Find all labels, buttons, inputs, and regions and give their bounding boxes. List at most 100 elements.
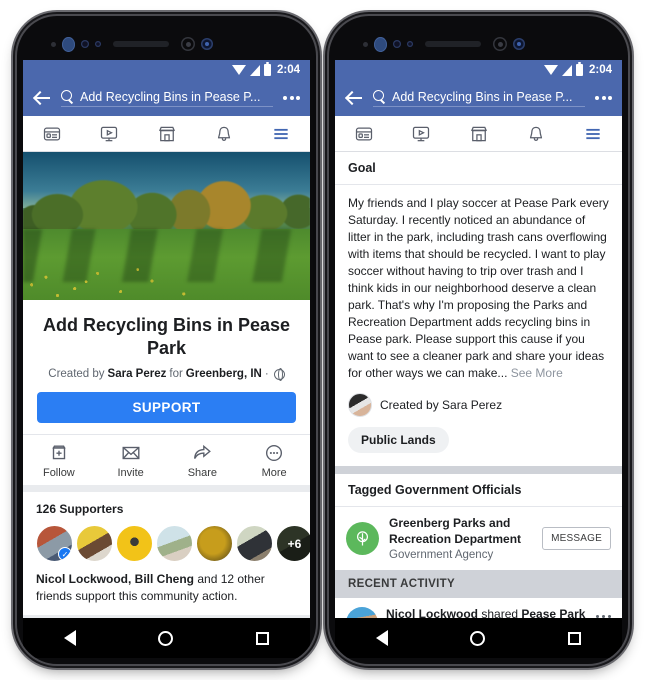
avatar[interactable] [116,525,153,562]
follow-button[interactable]: Follow [23,442,95,479]
avatar[interactable] [36,525,73,562]
recents-square-icon[interactable] [567,631,581,645]
topic-tag-public-lands[interactable]: Public Lands [348,427,449,454]
search-input[interactable]: Add Recycling Bins in Pease P... [61,90,273,107]
light-sensor-icon [407,41,413,47]
back-triangle-icon[interactable] [64,630,77,646]
more-label: More [261,467,287,479]
back-arrow-icon[interactable] [345,88,365,108]
more-options-icon[interactable] [281,96,300,100]
back-triangle-icon[interactable] [376,630,389,646]
supporter-note-names: Nicol Lockwood, Bill Cheng [36,572,195,586]
page-title: Add Recycling Bins in Pease Park [42,315,291,358]
byline-location[interactable]: Greenberg, IN [186,368,262,380]
share-button[interactable]: Share [167,442,239,479]
tagged-officials-header: Tagged Government Officials [335,474,622,508]
light-sensor-icon [95,41,101,47]
android-nav-bar [23,618,310,658]
sensor-dot-icon [363,41,368,47]
tab-marketplace[interactable] [138,116,195,151]
tab-watch[interactable] [80,116,137,151]
marketplace-store-icon [470,126,487,141]
avatar[interactable] [196,525,233,562]
news-feed-icon [355,127,372,140]
back-arrow-icon[interactable] [33,88,53,108]
earpiece-speaker-icon [425,41,481,47]
tab-watch[interactable] [392,116,449,151]
battery-icon [575,62,583,76]
avatar [346,521,379,555]
phone-device-right: 2:04 Add Recycling Bins in Pease P... Go… [329,16,628,664]
marketplace-store-icon [158,126,175,141]
earpiece-speaker-icon [113,41,169,47]
signal-icon [561,64,572,76]
tab-notifications[interactable] [507,116,564,151]
secondary-camera-icon [201,38,213,50]
goal-text: My friends and I play soccer at Pease Pa… [348,196,609,381]
secondary-camera-icon [513,38,525,50]
proximity-sensor-icon [393,40,401,48]
official-info: Greenberg Parks and Recreation Departmen… [389,516,532,560]
hero-park-image [23,152,310,300]
tab-news-feed[interactable] [23,116,80,151]
page-content-right: Goal My friends and I play soccer at Pea… [335,152,622,618]
search-input[interactable]: Add Recycling Bins in Pease P... [373,90,585,107]
more-button[interactable]: More [238,442,310,479]
device-sensor-strip [17,32,316,56]
app-bar: Add Recycling Bins in Pease P... [335,80,622,116]
tab-marketplace[interactable] [450,116,507,151]
invite-button[interactable]: Invite [95,442,167,479]
byline-creator[interactable]: Sara Perez [108,368,167,380]
envelope-invite-icon [122,446,140,460]
news-feed-icon [43,127,60,140]
iris-scanner-icon [62,36,75,52]
avatar [348,393,372,418]
share-arrow-icon [194,444,212,459]
supporter-avatars: +6 [36,525,310,562]
creator-row[interactable]: Created by Sara Perez [335,384,622,418]
more-circle-icon [266,444,283,462]
globe-public-icon [273,368,285,382]
more-options-icon[interactable] [593,96,612,100]
avatar[interactable] [236,525,273,562]
invite-label: Invite [117,467,144,479]
app-bar: Add Recycling Bins in Pease P... [23,80,310,116]
status-time: 2:04 [588,64,612,76]
byline-middle: for [169,368,183,380]
tab-news-feed[interactable] [335,116,392,151]
phone-device-left: 2:04 Add Recycling Bins in Pease P... Ad… [17,16,316,664]
recents-square-icon[interactable] [255,631,269,645]
see-more-link[interactable]: See More [511,366,563,380]
support-button[interactable]: SUPPORT [37,392,296,423]
bell-icon [529,126,542,141]
search-value: Add Recycling Bins in Pease P... [80,89,261,104]
home-circle-icon[interactable] [470,630,486,646]
video-watch-icon [100,126,118,141]
front-camera-icon [493,37,507,51]
status-bar: 2:04 [335,60,622,80]
tab-notifications[interactable] [195,116,252,151]
recent-activity-header: RECENT ACTIVITY [335,569,622,598]
iris-scanner-icon [374,36,387,52]
official-name[interactable]: Greenberg Parks and Recreation Departmen… [389,516,532,547]
home-circle-icon[interactable] [158,630,174,646]
tab-menu[interactable] [565,116,622,151]
message-button[interactable]: MESSAGE [542,526,611,550]
post-title: Nicol Lockwood shared Pease Park Clean-U… [386,607,588,618]
tab-menu[interactable] [253,116,310,151]
activity-post: Nicol Lockwood shared Pease Park Clean-U… [335,597,622,618]
wifi-icon [543,64,558,75]
sensor-dot-icon [51,41,56,47]
bell-icon [217,126,230,141]
avatar[interactable]: +6 [276,525,310,562]
post-author[interactable]: Nicol Lockwood [386,607,478,618]
avatar[interactable] [156,525,193,562]
follow-label: Follow [42,467,75,479]
avatar[interactable] [346,606,378,618]
post-meta: Nicol Lockwood shared Pease Park Clean-U… [386,607,588,618]
avatar[interactable] [76,525,113,562]
page-content-left: Add Recycling Bins in Pease Park Created… [23,152,310,618]
android-nav-bar [335,618,622,658]
device-sensor-strip [329,32,628,56]
phone-screen-left: 2:04 Add Recycling Bins in Pease P... Ad… [23,60,310,618]
